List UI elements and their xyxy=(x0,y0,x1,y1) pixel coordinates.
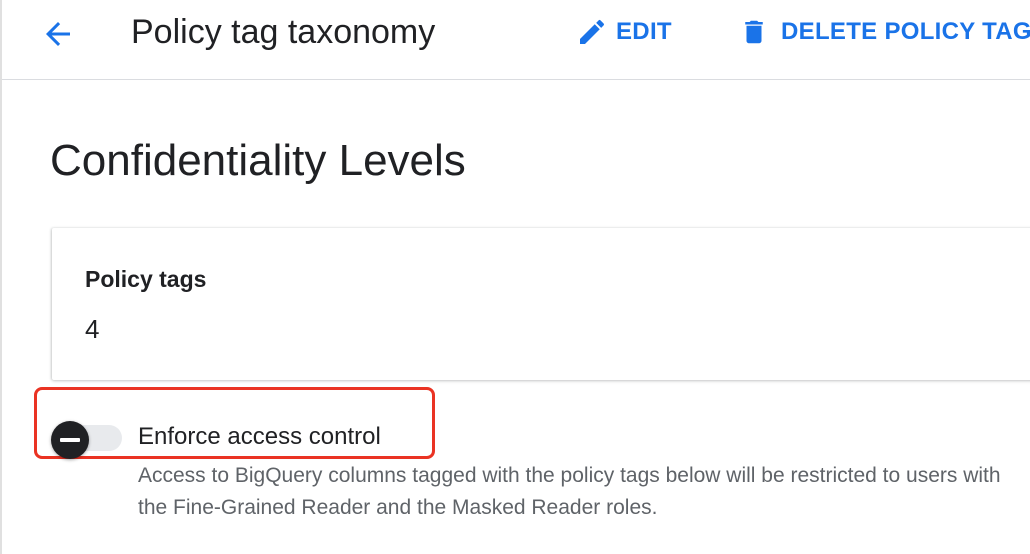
delete-policy-tag-button[interactable]: DELETE POLICY TAG T xyxy=(739,14,1030,50)
toggle-knob xyxy=(51,421,89,459)
window-left-border xyxy=(0,0,2,554)
page-title: Policy tag taxonomy xyxy=(131,13,436,51)
edit-button[interactable]: EDIT xyxy=(576,14,672,50)
trash-icon xyxy=(739,16,769,48)
taxonomy-name: Confidentiality Levels xyxy=(50,136,466,185)
arrow-back-icon xyxy=(46,22,70,46)
delete-button-label: DELETE POLICY TAG T xyxy=(781,18,1030,45)
minus-icon xyxy=(60,438,80,442)
policy-tags-label: Policy tags xyxy=(85,266,207,292)
enforce-access-control-description: Access to BigQuery columns tagged with t… xyxy=(138,464,1001,519)
enforce-access-control-label: Enforce access control xyxy=(138,423,381,450)
policy-tags-summary-card: Policy tags 4 xyxy=(52,228,1030,380)
page-header: Policy tag taxonomy EDIT DELETE POLICY T… xyxy=(2,0,1030,80)
enforce-access-control-toggle[interactable] xyxy=(50,421,124,459)
policy-tags-count: 4 xyxy=(85,314,100,344)
pencil-icon xyxy=(576,16,608,48)
back-button[interactable] xyxy=(36,12,80,56)
edit-button-label: EDIT xyxy=(616,18,672,45)
